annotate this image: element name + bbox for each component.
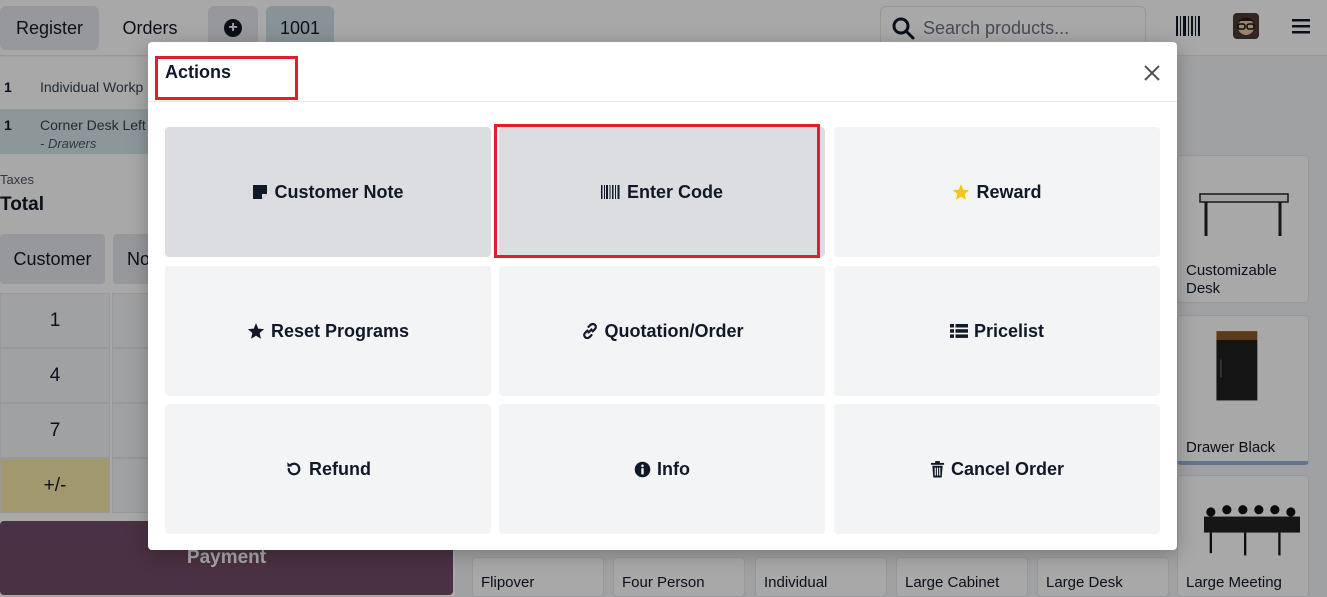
action-label: Info xyxy=(657,458,690,479)
star-icon xyxy=(247,322,265,340)
action-label: Customer Note xyxy=(274,181,404,202)
action-label: Quotation/Order xyxy=(604,320,744,341)
action-label: Pricelist xyxy=(973,320,1045,341)
action-label: Reset Programs xyxy=(270,320,410,341)
undo-icon xyxy=(285,460,303,478)
close-icon[interactable] xyxy=(1141,62,1163,84)
info-icon xyxy=(634,461,651,478)
quotation-order-button[interactable]: Quotation/Order xyxy=(499,266,825,396)
action-label: Cancel Order xyxy=(950,458,1065,479)
dialog-header: Actions xyxy=(148,42,1177,102)
highlight-box xyxy=(155,56,298,100)
trash-icon xyxy=(930,460,945,478)
refund-button[interactable]: Refund xyxy=(165,404,491,534)
star-icon xyxy=(952,183,970,201)
pricelist-button[interactable]: Pricelist xyxy=(834,266,1160,396)
sticky-note-icon xyxy=(252,184,268,200)
list-icon xyxy=(949,323,968,339)
action-label: Reward xyxy=(976,181,1042,202)
customer-note-button[interactable]: Customer Note xyxy=(165,127,491,257)
actions-dialog: Actions Customer Note Enter Code Reward … xyxy=(148,42,1177,550)
highlight-box xyxy=(494,124,820,258)
cancel-order-button[interactable]: Cancel Order xyxy=(834,404,1160,534)
action-label: Refund xyxy=(309,458,371,479)
info-button[interactable]: Info xyxy=(499,404,825,534)
reward-button[interactable]: Reward xyxy=(834,127,1160,257)
reset-programs-button[interactable]: Reset Programs xyxy=(165,266,491,396)
link-icon xyxy=(581,322,599,340)
